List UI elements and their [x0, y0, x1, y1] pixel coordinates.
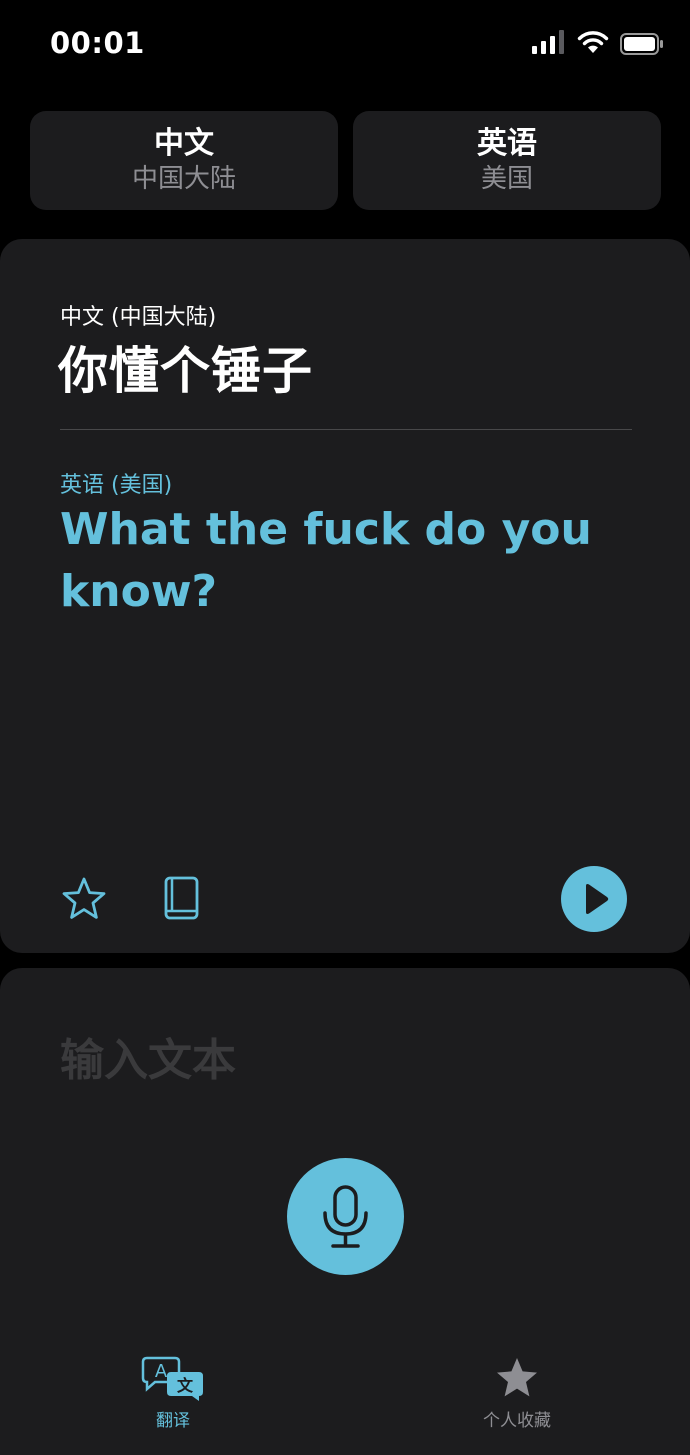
star-filled-icon	[497, 1358, 537, 1397]
source-language-region: 中国大陆	[131, 164, 236, 194]
tab-favorites-label: 个人收藏	[483, 1411, 551, 1431]
target-language-name: 英语	[477, 126, 537, 161]
target-language-label: 英语 (美国)	[60, 473, 173, 498]
target-language-button[interactable]: 英语 美国	[353, 111, 661, 210]
wifi-icon	[577, 31, 609, 53]
microphone-icon	[323, 1185, 368, 1248]
text-input[interactable]	[60, 1030, 630, 1090]
star-outline-icon[interactable]	[60, 875, 108, 923]
target-language-region: 美国	[480, 164, 533, 194]
battery-icon	[620, 33, 663, 55]
svg-text:文: 文	[177, 1376, 194, 1395]
input-card: A 文 翻译 个人收藏	[0, 968, 690, 1455]
book-icon[interactable]	[158, 875, 206, 923]
translate-icon: A 文	[141, 1356, 203, 1401]
status-bar: 00:01	[0, 0, 690, 90]
cellular-signal-icon	[532, 30, 564, 54]
play-icon	[586, 884, 609, 914]
microphone-button[interactable]	[287, 1158, 404, 1275]
source-language-button[interactable]: 中文 中国大陆	[30, 111, 338, 210]
tab-favorites[interactable]: 个人收藏	[437, 1356, 597, 1431]
source-text[interactable]: 你懂个锤子	[58, 331, 313, 403]
translated-text[interactable]: What the fuck do you know?	[60, 499, 620, 623]
svg-text:A: A	[155, 1361, 168, 1382]
status-icons	[532, 30, 663, 56]
play-button[interactable]	[561, 866, 627, 932]
status-time: 00:01	[50, 26, 145, 60]
source-language-label: 中文 (中国大陆)	[60, 305, 217, 330]
divider	[60, 429, 632, 430]
tab-translate-label: 翻译	[156, 1411, 190, 1431]
tab-translate[interactable]: A 文 翻译	[93, 1356, 253, 1431]
translation-card: 中文 (中国大陆) 你懂个锤子 英语 (美国) What the fuck do…	[0, 239, 690, 953]
source-language-name: 中文	[154, 126, 214, 161]
